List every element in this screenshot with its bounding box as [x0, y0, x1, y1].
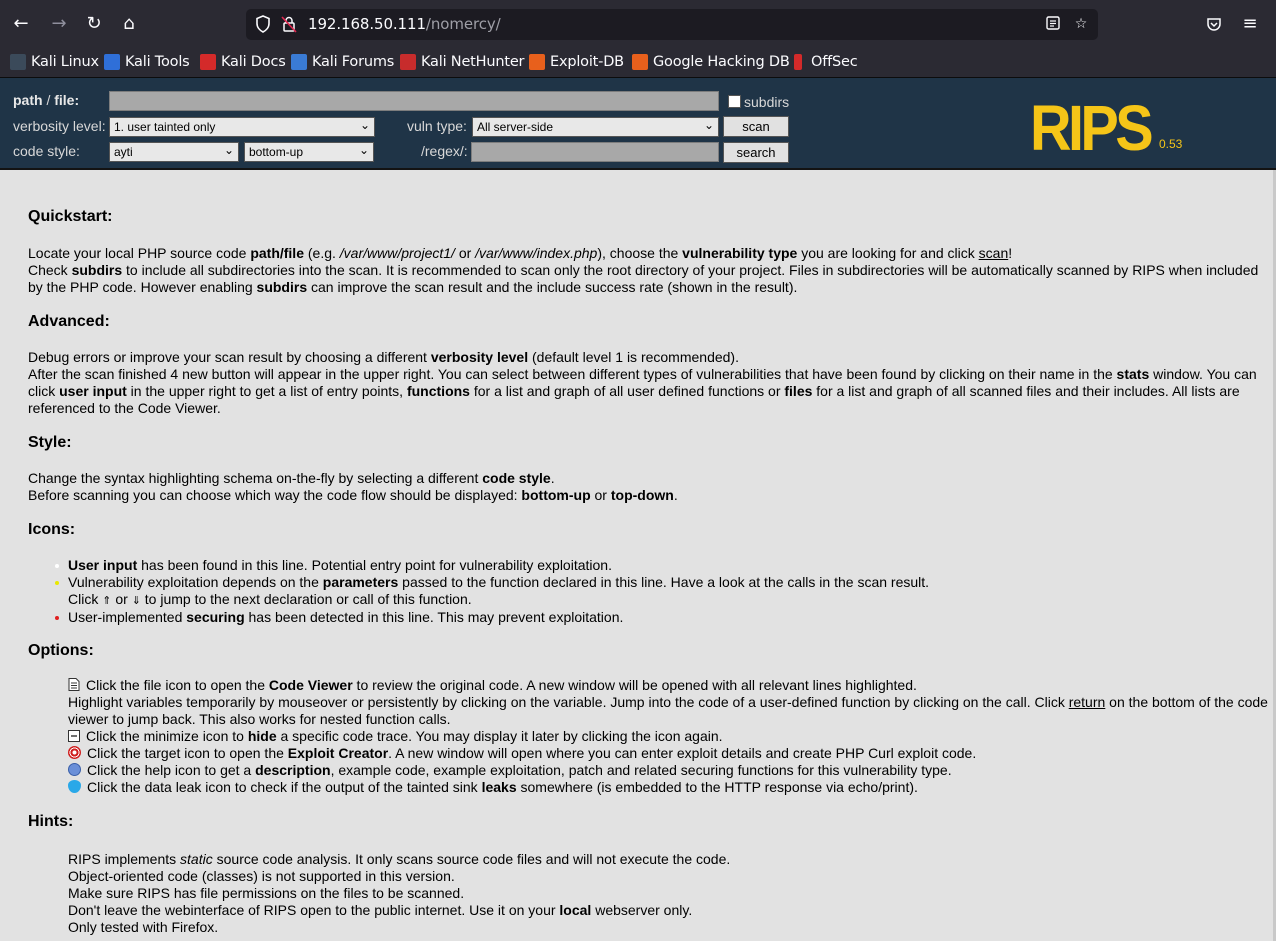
code-style-label: code style:: [13, 143, 80, 159]
kali-docs-icon: [200, 54, 216, 70]
minimize-icon: [68, 730, 80, 742]
bookmark-label: Exploit-DB: [550, 54, 624, 70]
kali-nethunter-icon: [400, 54, 416, 70]
offsec-icon: [794, 54, 802, 70]
rips-logo: RIPS: [1030, 92, 1154, 164]
bookmark-kali-linux[interactable]: Kali Linux: [10, 51, 99, 73]
hints-list: RIPS implements static source code analy…: [68, 851, 731, 935]
url-text: 192.168.50.111/nomercy/: [308, 15, 501, 33]
help-icon: [68, 763, 81, 776]
verbosity-label: verbosity level:: [13, 118, 106, 134]
options-heading: Options:: [28, 642, 94, 659]
regex-input[interactable]: [471, 142, 719, 162]
ghdb-icon: [632, 54, 648, 70]
flow-direction-select[interactable]: bottom-up ⌄: [244, 142, 374, 162]
path-file-label: path / file:: [13, 92, 80, 108]
style-text: Change the syntax highlighting schema on…: [28, 470, 678, 503]
file-icon: [68, 678, 80, 691]
shield-icon[interactable]: [254, 15, 272, 33]
kali-dragon-icon: [10, 54, 26, 70]
bookmark-label: Kali Forums: [312, 54, 395, 70]
browser-toolbar: ← → ↻ ⌂ 192.168.50.111/nomercy/ ☆ ≡: [0, 0, 1276, 48]
bookmark-label: Kali Tools: [125, 54, 190, 70]
style-heading: Style:: [28, 434, 72, 451]
chevron-down-icon: ⌄: [358, 143, 369, 157]
bookmark-star-icon[interactable]: ☆: [1072, 15, 1090, 33]
regex-label: /regex/:: [421, 143, 468, 159]
path-file-input[interactable]: [109, 91, 719, 111]
verbosity-value: 1. user tainted only: [114, 120, 216, 134]
bookmark-label: Kali NetHunter: [421, 54, 525, 70]
bookmark-label: OffSec: [811, 54, 858, 70]
search-button[interactable]: search: [723, 142, 789, 163]
advanced-text: Debug errors or improve your scan result…: [28, 349, 1257, 416]
main-content: Quickstart: Locate your local PHP source…: [28, 170, 1276, 941]
back-arrow-icon[interactable]: ←: [10, 12, 32, 36]
quickstart-text: Locate your local PHP source code path/f…: [28, 245, 1259, 295]
bookmark-kali-tools[interactable]: Kali Tools: [104, 51, 190, 73]
code-style-value: ayti: [114, 145, 133, 159]
vuln-type-value: All server-side: [477, 120, 554, 134]
reload-icon[interactable]: ↻: [83, 12, 105, 36]
vuln-type-select[interactable]: All server-side ⌄: [472, 117, 719, 137]
chevron-down-icon: ⌄: [703, 118, 714, 132]
kali-tools-icon: [104, 54, 120, 70]
bookmark-kali-docs[interactable]: Kali Docs: [200, 51, 286, 73]
verbosity-select[interactable]: 1. user tainted only ⌄: [109, 117, 375, 137]
reader-view-icon[interactable]: [1044, 15, 1062, 33]
hint-item: Object-oriented code (classes) is not su…: [68, 868, 455, 884]
pocket-icon[interactable]: [1203, 12, 1225, 36]
hint-item: Make sure RIPS has file permissions on t…: [68, 885, 465, 901]
bookmark-offsec[interactable]: OffSec: [790, 51, 858, 73]
icons-heading: Icons:: [28, 521, 76, 538]
quickstart-heading: Quickstart:: [28, 208, 113, 225]
bookmarks-bar: Kali Linux Kali Tools Kali Docs Kali For…: [0, 48, 1276, 78]
hints-heading: Hints:: [28, 813, 74, 830]
securing-dot-icon: [55, 616, 59, 621]
exploit-db-icon: [529, 54, 545, 70]
chevron-down-icon: ⌄: [359, 118, 370, 132]
url-bar[interactable]: 192.168.50.111/nomercy/ ☆: [246, 9, 1098, 40]
bookmark-label: Kali Docs: [221, 54, 286, 70]
data-leak-drop-icon: [68, 780, 81, 793]
subdirs-label: subdirs: [744, 94, 790, 110]
rips-version: 0.53: [1159, 137, 1183, 151]
subdirs-checkbox[interactable]: [728, 95, 741, 108]
bookmark-exploit-db[interactable]: Exploit-DB: [529, 51, 624, 73]
chevron-down-icon: ⌄: [223, 143, 234, 157]
bookmark-label: Kali Linux: [31, 54, 99, 70]
bookmark-label: Google Hacking DB: [653, 54, 790, 70]
code-style-select[interactable]: ayti ⌄: [109, 142, 239, 162]
menu-hamburger-icon[interactable]: ≡: [1239, 12, 1261, 36]
flow-direction-value: bottom-up: [249, 145, 304, 159]
vuln-type-label: vuln type:: [407, 118, 467, 134]
bookmark-kali-forums[interactable]: Kali Forums: [291, 51, 394, 73]
icons-list: User input has been found in this line. …: [55, 557, 1274, 626]
parameters-dot-icon: [55, 581, 59, 586]
advanced-heading: Advanced:: [28, 313, 110, 330]
insecure-lock-icon[interactable]: [280, 15, 298, 33]
hint-item: Only tested with Firefox.: [68, 919, 219, 935]
kali-forums-icon: [291, 54, 307, 70]
bookmark-kali-nethunter[interactable]: Kali NetHunter: [400, 51, 525, 73]
forward-arrow-icon[interactable]: →: [48, 12, 70, 36]
bookmark-google-hacking-db[interactable]: Google Hacking DB: [632, 51, 790, 73]
options-list: Click the file icon to open the Code Vie…: [68, 677, 1268, 795]
target-icon: [68, 746, 81, 759]
scan-button[interactable]: scan: [723, 116, 789, 137]
user-input-dot-icon: [55, 564, 59, 569]
home-icon[interactable]: ⌂: [118, 12, 140, 36]
